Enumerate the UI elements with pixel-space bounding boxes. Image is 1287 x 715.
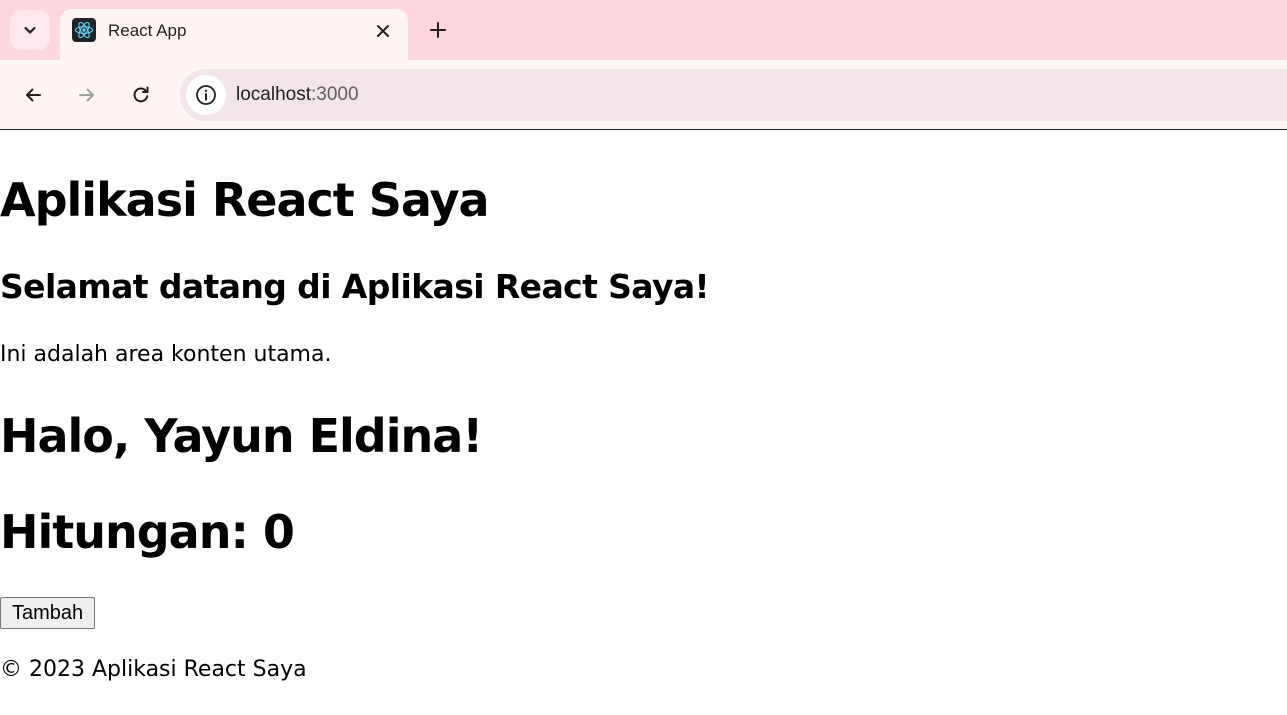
reload-button[interactable] bbox=[124, 78, 158, 112]
add-button[interactable]: Tambah bbox=[0, 597, 96, 629]
page-content: Aplikasi React Saya Selamat datang di Ap… bbox=[0, 131, 1287, 715]
url-host: localhost bbox=[236, 84, 311, 105]
arrow-left-icon bbox=[23, 85, 43, 105]
main-content-text: Ini adalah area konten utama. bbox=[0, 342, 332, 367]
footer-text: © 2023 Aplikasi React Saya bbox=[0, 657, 307, 682]
arrow-right-icon bbox=[77, 85, 97, 105]
tab-search-button[interactable] bbox=[10, 10, 50, 50]
counter-heading: Hitungan: 0 bbox=[0, 505, 295, 559]
address-bar[interactable]: localhost:3000 bbox=[180, 69, 1287, 121]
forward-button[interactable] bbox=[70, 78, 104, 112]
url-port: :3000 bbox=[311, 84, 359, 105]
info-icon[interactable] bbox=[186, 75, 226, 115]
greeting-heading: Halo, Yayun Eldina! bbox=[0, 409, 483, 463]
back-button[interactable] bbox=[16, 78, 50, 112]
chevron-down-icon bbox=[22, 22, 38, 38]
reload-icon bbox=[131, 85, 151, 105]
new-tab-button[interactable] bbox=[424, 16, 452, 44]
app-title: Aplikasi React Saya bbox=[0, 173, 490, 227]
react-logo-icon bbox=[72, 18, 96, 42]
active-tab[interactable]: React App bbox=[60, 9, 408, 60]
close-icon[interactable] bbox=[372, 20, 394, 42]
plus-icon bbox=[429, 21, 447, 39]
tab-strip: React App bbox=[0, 0, 1287, 60]
welcome-heading: Selamat datang di Aplikasi React Saya! bbox=[0, 267, 710, 306]
tab-title: React App bbox=[108, 21, 187, 40]
browser-toolbar: localhost:3000 bbox=[0, 60, 1287, 130]
url-text[interactable]: localhost:3000 bbox=[236, 84, 359, 106]
